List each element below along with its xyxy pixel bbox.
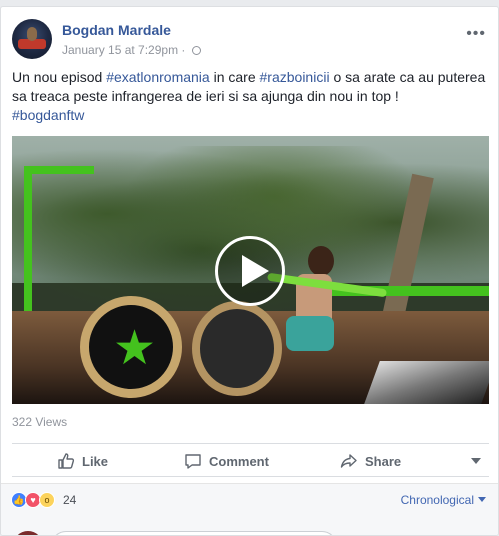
comment-button[interactable]: Comment: [184, 444, 269, 478]
play-icon: [242, 255, 269, 287]
reactions-bar: 👍 ♥ o 24 Chronological: [1, 483, 498, 523]
comment-input[interactable]: [51, 531, 337, 535]
author-name[interactable]: Bogdan Mardale: [62, 22, 171, 38]
video-wheel-back: [192, 301, 282, 396]
video-green-frame: [24, 166, 94, 326]
athlete-head: [308, 246, 334, 276]
post-text-part: Un nou episod: [12, 69, 107, 85]
post-text: Un nou episod #exatlonromania in care #r…: [12, 68, 490, 125]
comment-sort-label: Chronological: [400, 493, 474, 507]
post-meta: January 15 at 7:29pm ·: [62, 43, 201, 57]
comment-icon: [185, 454, 201, 469]
like-button[interactable]: Like: [57, 444, 108, 478]
post-text-part: in care: [209, 69, 260, 85]
comment-composer: [1, 523, 498, 535]
video-player[interactable]: ★: [12, 136, 489, 404]
star-icon: ★: [113, 322, 157, 375]
hashtag-link[interactable]: #bogdanftw: [12, 107, 84, 123]
reaction-count[interactable]: 24: [63, 493, 76, 507]
more-options-button[interactable]: •••: [466, 26, 486, 42]
post-card: Bogdan Mardale January 15 at 7:29pm · ••…: [0, 6, 499, 536]
play-button[interactable]: [215, 236, 285, 306]
hashtag-link[interactable]: #razboinicii: [260, 69, 330, 85]
share-label: Share: [365, 453, 402, 469]
chevron-down-icon: [478, 497, 486, 502]
globe-icon[interactable]: [191, 46, 201, 55]
athlete-legs: [286, 316, 334, 351]
post-timestamp[interactable]: January 15 at 7:29pm: [62, 43, 178, 57]
view-count: 322 Views: [12, 415, 68, 429]
comment-sort-dropdown[interactable]: Chronological: [401, 493, 486, 507]
thumbs-up-icon: [58, 453, 75, 469]
share-button[interactable]: Share: [340, 444, 401, 478]
video-athlete: [280, 246, 350, 381]
video-foreground-object: [364, 361, 489, 404]
viewer-avatar: [13, 531, 43, 535]
post-header: Bogdan Mardale January 15 at 7:29pm · ••…: [12, 19, 498, 63]
action-bar: Like Comment Share: [12, 443, 489, 477]
wow-icon[interactable]: o: [39, 492, 55, 508]
video-wheel: ★: [80, 296, 182, 398]
comment-label: Comment: [209, 453, 269, 469]
like-label: Like: [82, 453, 109, 469]
share-icon: [340, 454, 357, 468]
hashtag-link[interactable]: #exatlonromania: [106, 69, 210, 85]
author-avatar[interactable]: [12, 19, 52, 59]
share-audience-dropdown-icon[interactable]: [471, 458, 481, 464]
meta-separator: ·: [181, 43, 186, 57]
